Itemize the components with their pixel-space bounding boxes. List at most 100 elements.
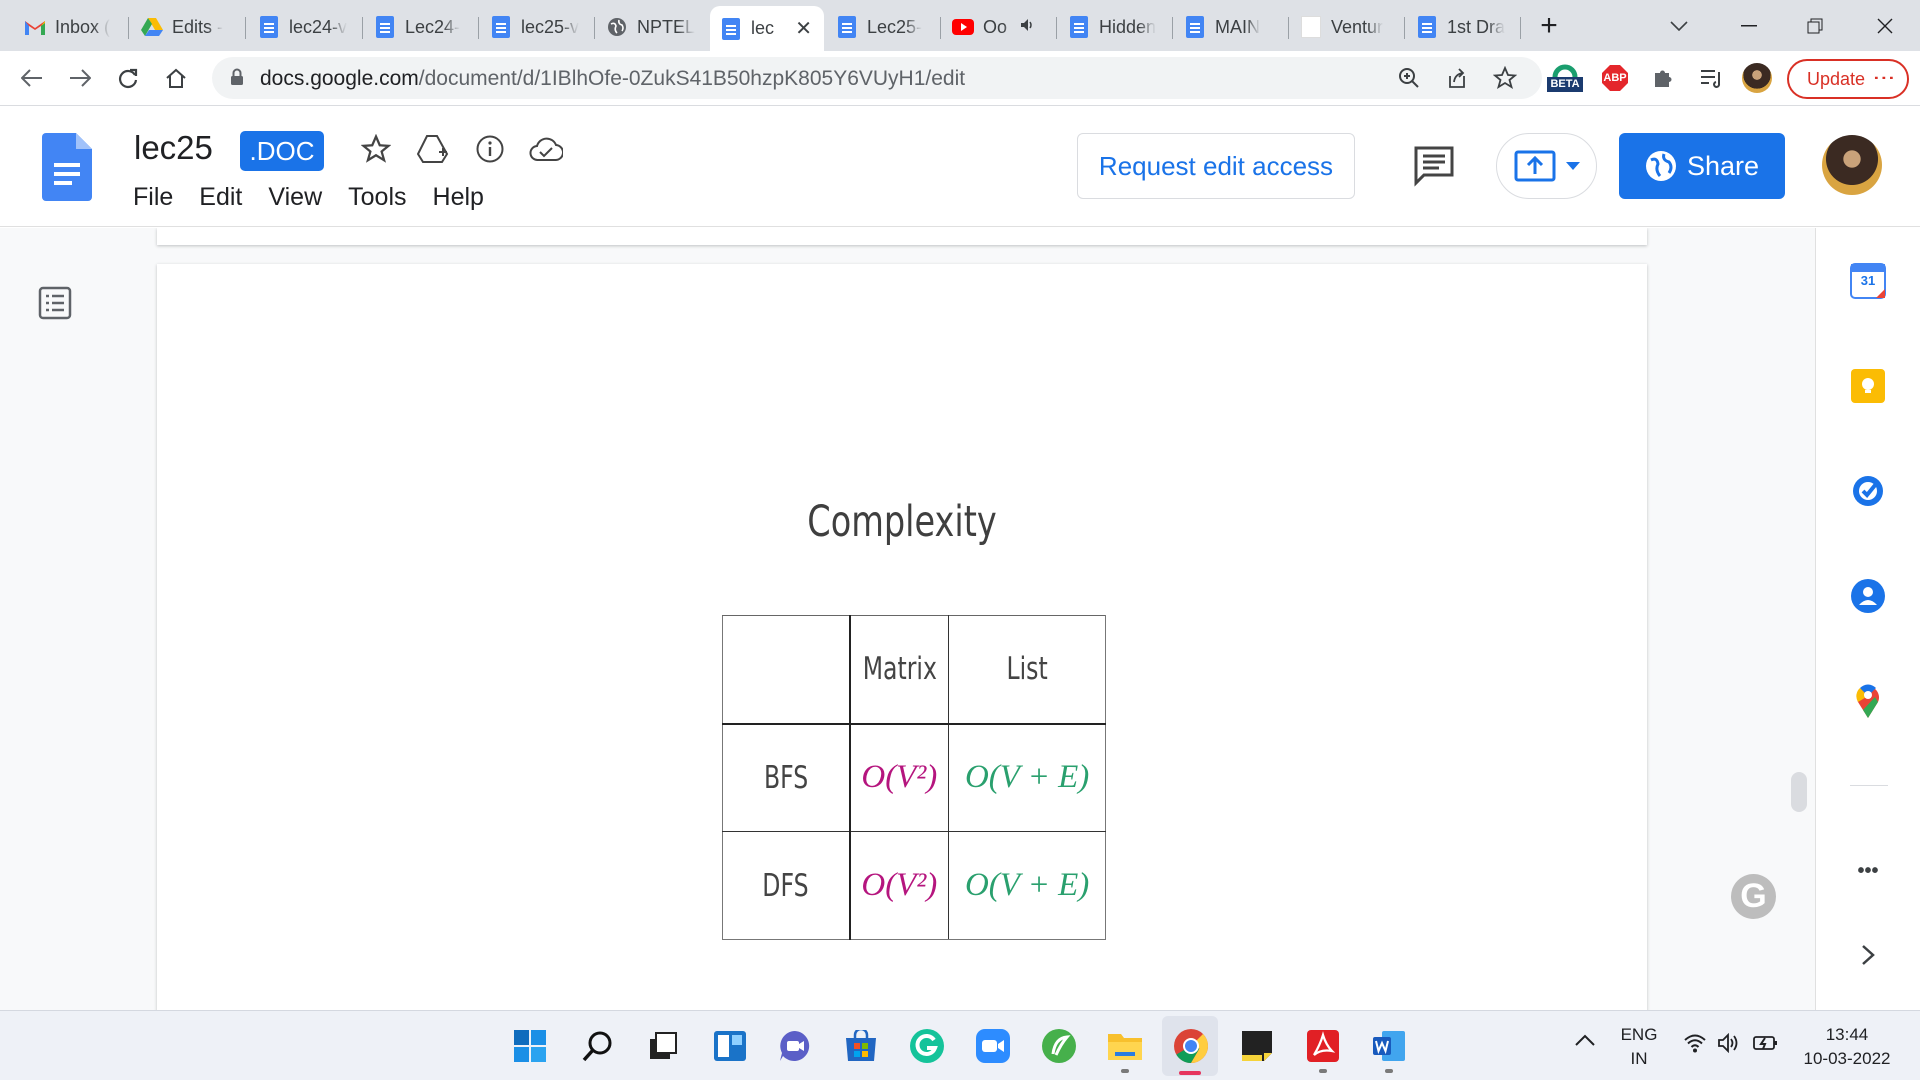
battery-charging-icon[interactable] xyxy=(1751,1033,1779,1058)
grammarly-icon[interactable] xyxy=(908,1027,946,1065)
google-docs-logo-icon[interactable] xyxy=(42,133,92,201)
close-window-icon[interactable] xyxy=(1860,6,1910,46)
calendar-icon[interactable]: 31 xyxy=(1849,262,1887,300)
word-icon[interactable] xyxy=(1370,1027,1408,1065)
task-view-icon[interactable] xyxy=(644,1027,682,1065)
tab-lec25-active[interactable]: lec ✕ xyxy=(710,6,824,51)
more-horiz-icon[interactable]: ••• xyxy=(1849,852,1887,890)
forward-arrow-icon[interactable] xyxy=(62,60,98,96)
update-label: Update xyxy=(1807,68,1866,89)
tab-nptel[interactable]: NPTEL xyxy=(596,6,711,48)
tab-main[interactable]: MAIN xyxy=(1174,6,1289,48)
tab-hidden[interactable]: Hidden xyxy=(1058,6,1173,48)
document-page[interactable]: Complexity Matrix List BFS O(V²) O(V + E… xyxy=(157,264,1647,1010)
docs-icon xyxy=(258,16,280,38)
clock[interactable]: 13:44 10-03-2022 xyxy=(1792,1023,1902,1071)
lock-icon[interactable] xyxy=(230,68,244,86)
tab-title: lec25-v xyxy=(521,16,580,37)
beta-extension-icon[interactable]: BETA xyxy=(1547,59,1583,93)
tab-ventur[interactable]: Ventur xyxy=(1290,6,1405,48)
menu-tools[interactable]: Tools xyxy=(348,183,406,212)
evernote-icon[interactable] xyxy=(1040,1027,1078,1065)
tab-inbox[interactable]: Inbox ( xyxy=(14,6,129,48)
menu-help[interactable]: Help xyxy=(433,183,484,212)
show-hidden-icons-chevron-icon[interactable] xyxy=(1574,1033,1596,1052)
microsoft-store-icon[interactable] xyxy=(842,1027,880,1065)
tab-title: Hidden xyxy=(1099,16,1157,37)
search-icon[interactable] xyxy=(579,1027,617,1065)
tab-search-chevron-icon[interactable] xyxy=(1654,6,1704,46)
maps-pin-icon[interactable] xyxy=(1849,682,1887,720)
language-indicator[interactable]: ENG IN xyxy=(1614,1023,1664,1071)
reading-list-icon[interactable] xyxy=(1694,61,1728,95)
new-tab-plus-icon[interactable]: + xyxy=(1524,6,1574,46)
adblock-plus-icon[interactable]: ABP xyxy=(1598,61,1632,95)
gmail-icon xyxy=(24,16,46,38)
extensions-puzzle-icon[interactable] xyxy=(1646,61,1680,95)
zoom-app-icon[interactable] xyxy=(974,1027,1012,1065)
cloud-saved-icon[interactable] xyxy=(528,131,564,167)
menu-view[interactable]: View xyxy=(268,183,322,212)
zoom-icon[interactable] xyxy=(1392,61,1426,95)
tasks-icon[interactable] xyxy=(1849,472,1887,510)
youtube-icon xyxy=(952,16,974,38)
comment-history-icon[interactable] xyxy=(1413,145,1455,187)
windows-start-icon[interactable] xyxy=(511,1027,549,1065)
move-to-drive-icon[interactable] xyxy=(415,131,451,167)
keep-icon[interactable] xyxy=(1849,367,1887,405)
table-row-dfs: DFS O(V²) O(V + E) xyxy=(722,831,1107,940)
share-page-icon[interactable] xyxy=(1440,61,1474,95)
tab-title: 1st Dra xyxy=(1447,16,1506,37)
tab-lec25-v[interactable]: lec25-v xyxy=(480,6,595,48)
globe-icon xyxy=(606,16,628,38)
speaker-icon[interactable] xyxy=(1019,17,1035,38)
document-title[interactable]: lec25 xyxy=(134,129,213,167)
menu-edit[interactable]: Edit xyxy=(199,183,242,212)
minimize-icon[interactable] xyxy=(1724,6,1774,46)
tab-youtube[interactable]: Oo xyxy=(942,6,1057,48)
star-icon[interactable] xyxy=(358,131,394,167)
file-explorer-running-dot xyxy=(1121,1069,1129,1073)
account-avatar[interactable] xyxy=(1822,135,1882,195)
file-explorer-icon[interactable] xyxy=(1106,1027,1144,1065)
grammarly-float-icon[interactable]: G xyxy=(1731,874,1776,919)
document-outline-icon[interactable] xyxy=(38,286,72,320)
home-icon[interactable] xyxy=(158,60,194,96)
tab-title: Edits - xyxy=(172,16,224,37)
chevron-right-icon[interactable] xyxy=(1849,936,1887,974)
bfs-list-complexity: O(V + E) xyxy=(948,723,1107,832)
scrollbar-thumb[interactable] xyxy=(1791,772,1807,812)
update-button[interactable]: Update ⋮ xyxy=(1787,59,1909,99)
close-tab-icon[interactable]: ✕ xyxy=(795,16,812,41)
reload-icon[interactable] xyxy=(110,60,146,96)
tab-1st-draft[interactable]: 1st Dra xyxy=(1406,6,1521,48)
menu-file[interactable]: File xyxy=(133,183,173,212)
profile-avatar[interactable] xyxy=(1740,61,1774,95)
widgets-icon[interactable] xyxy=(711,1027,749,1065)
chrome-icon[interactable] xyxy=(1172,1027,1210,1065)
docs-icon xyxy=(1184,16,1206,38)
volume-icon[interactable] xyxy=(1717,1032,1741,1058)
drive-icon xyxy=(141,16,163,38)
request-edit-access-button[interactable]: Request edit access xyxy=(1077,133,1355,199)
teams-chat-icon[interactable] xyxy=(776,1027,814,1065)
tab-edits[interactable]: Edits - xyxy=(131,6,246,48)
present-button[interactable] xyxy=(1496,133,1597,199)
docs-icon xyxy=(490,16,512,38)
bookmark-star-icon[interactable] xyxy=(1488,61,1522,95)
info-icon[interactable] xyxy=(472,131,508,167)
tab-title: MAIN xyxy=(1215,16,1260,37)
acrobat-icon[interactable] xyxy=(1304,1027,1342,1065)
tab-lec25[interactable]: Lec25- xyxy=(826,6,941,48)
restore-icon[interactable] xyxy=(1790,6,1840,46)
wifi-icon[interactable] xyxy=(1683,1033,1707,1058)
share-button[interactable]: Share xyxy=(1619,133,1785,199)
share-label: Share xyxy=(1686,150,1760,181)
calendar-day: 31 xyxy=(1860,273,1876,288)
contacts-icon[interactable] xyxy=(1849,577,1887,615)
back-arrow-icon[interactable] xyxy=(14,60,50,96)
sticky-notes-icon[interactable] xyxy=(1238,1027,1276,1065)
address-bar[interactable]: docs.google.com/document/d/1IBlhOfe-0Zuk… xyxy=(212,57,1542,99)
tab-lec24-v[interactable]: lec24-v xyxy=(248,6,363,48)
tab-lec24[interactable]: Lec24- xyxy=(364,6,479,48)
